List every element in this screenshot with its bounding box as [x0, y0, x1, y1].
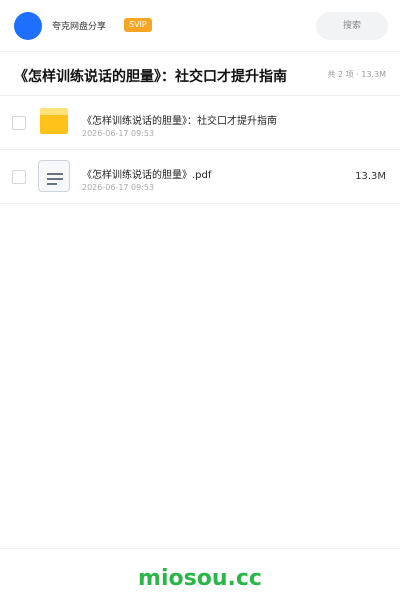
file-row-pdf[interactable]: 《怎样训练说话的胆量》.pdf 2026-06-17 09:53 13.3M: [0, 150, 400, 204]
file-size: 13.3M: [355, 171, 386, 182]
file-name[interactable]: 《怎样训练说话的胆量》：社交口才提升指南: [82, 112, 277, 127]
file-date: 2026-06-17 09:53: [82, 183, 155, 192]
select-checkbox[interactable]: [12, 170, 26, 184]
app-name: 夸克网盘分享: [52, 22, 107, 32]
avatar[interactable]: [14, 12, 42, 40]
document-icon: [38, 160, 70, 192]
page-title: 《怎样训练说话的胆量》：社交口才提升指南: [14, 69, 287, 85]
share-title-bar: 《怎样训练说话的胆量》：社交口才提升指南 共 2 项 · 13.3M: [0, 52, 400, 96]
file-date: 2026-06-17 09:53: [82, 129, 155, 138]
select-checkbox[interactable]: [12, 116, 26, 130]
share-summary: 共 2 项 · 13.3M: [327, 70, 386, 79]
footer-brand[interactable]: miosou.cc: [138, 566, 262, 591]
search-input[interactable]: 搜索: [316, 12, 388, 40]
header: 夸克网盘分享 SVIP 搜索: [0, 0, 400, 52]
folder-icon: [40, 108, 68, 134]
svip-badge: SVIP: [124, 18, 152, 32]
footer: miosou.cc: [0, 548, 400, 600]
file-row-folder[interactable]: 《怎样训练说话的胆量》：社交口才提升指南 2026-06-17 09:53: [0, 96, 400, 150]
file-name[interactable]: 《怎样训练说话的胆量》.pdf: [82, 166, 211, 181]
